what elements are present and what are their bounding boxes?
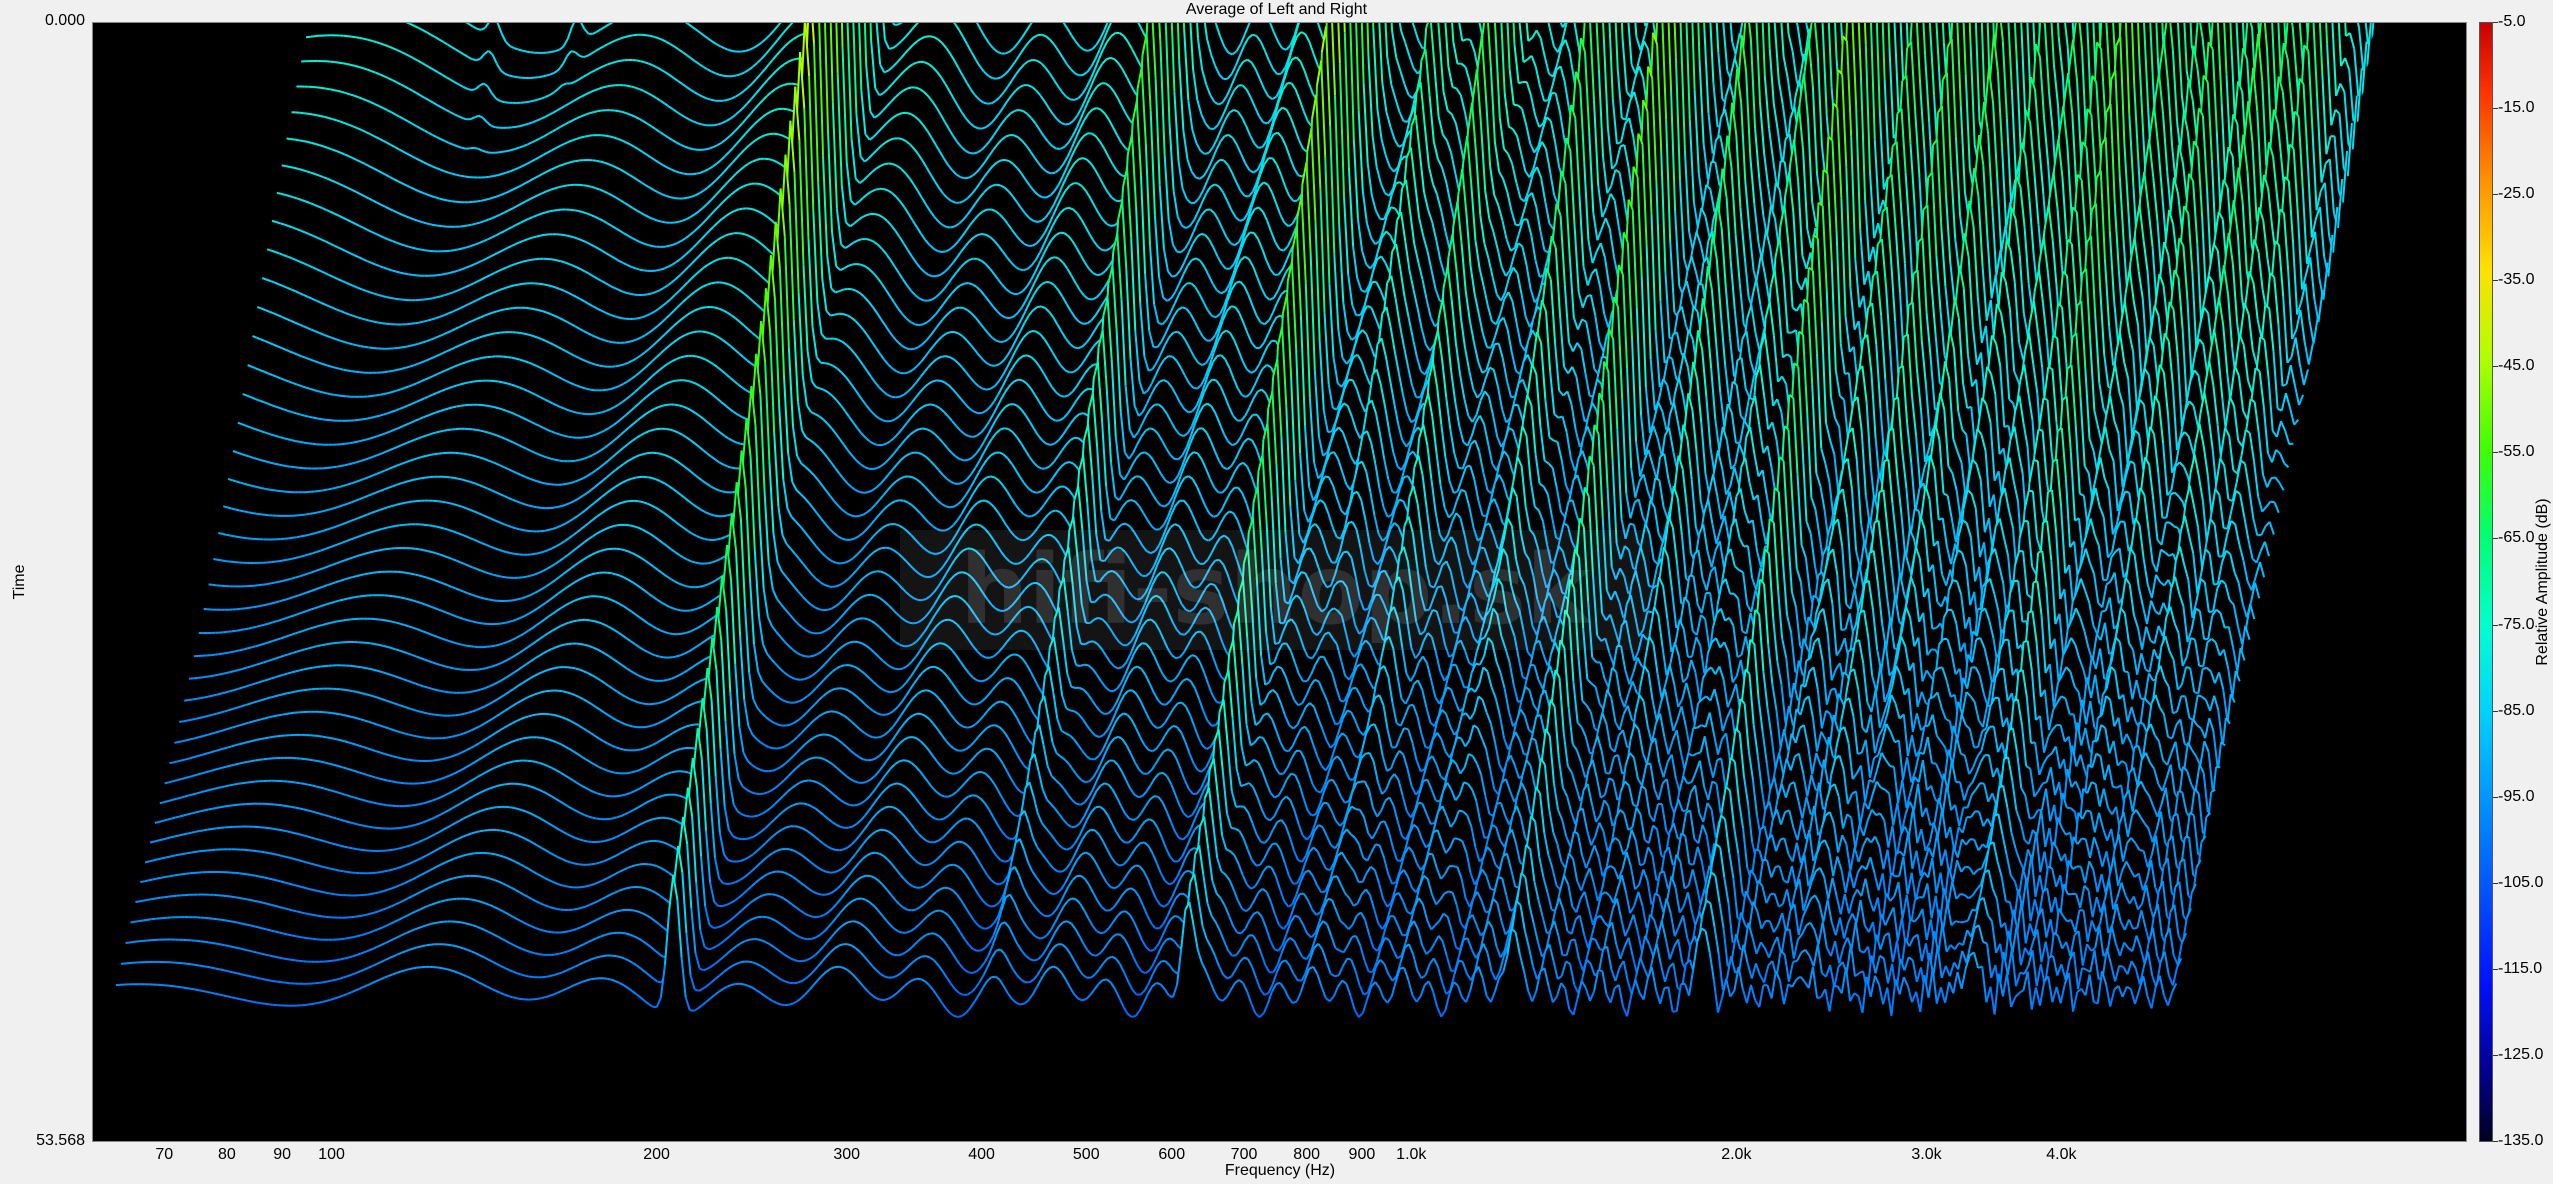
x-tick-label: 200 bbox=[643, 1146, 670, 1164]
colorbar bbox=[2479, 22, 2493, 1142]
x-tick-label: 900 bbox=[1349, 1146, 1376, 1164]
x-tick-label: 3.0k bbox=[1911, 1146, 1941, 1164]
x-tick-label: 70 bbox=[155, 1146, 173, 1164]
x-tick-label: 100 bbox=[318, 1146, 345, 1164]
colorbar-tick-label: -75.0 bbox=[2498, 616, 2534, 634]
colorbar-tick-label: -135.0 bbox=[2498, 1132, 2543, 1150]
colorbar-tick-label: -15.0 bbox=[2498, 99, 2534, 117]
colorbar-tick-label: -85.0 bbox=[2498, 702, 2534, 720]
colorbar-tick-label: -115.0 bbox=[2498, 960, 2542, 978]
y-tick-label: 0.000 bbox=[45, 12, 85, 30]
x-tick-label: 4.0k bbox=[2046, 1146, 2076, 1164]
colorbar-tick-label: -5.0 bbox=[2498, 13, 2526, 31]
x-tick-label: 80 bbox=[218, 1146, 236, 1164]
colorbar-tick-label: -125.0 bbox=[2498, 1046, 2543, 1064]
x-tick-label: 1.0k bbox=[1396, 1146, 1426, 1164]
y-axis-label: Time bbox=[11, 565, 29, 600]
colorbar-tick-label: -65.0 bbox=[2498, 529, 2534, 547]
x-tick-label: 600 bbox=[1158, 1146, 1185, 1164]
colorbar-tick-label: -105.0 bbox=[2498, 874, 2543, 892]
x-axis-label: Frequency (Hz) bbox=[1225, 1162, 1335, 1180]
colorbar-tick-label: -45.0 bbox=[2498, 357, 2534, 375]
x-tick-label: 2.0k bbox=[1721, 1146, 1751, 1164]
chart-title: Average of Left and Right bbox=[0, 0, 2553, 20]
colorbar-tick-label: -35.0 bbox=[2498, 271, 2534, 289]
colorbar-tick-label: -55.0 bbox=[2498, 443, 2534, 461]
colorbar-label: Relative Amplitude (dB) bbox=[2534, 498, 2552, 665]
x-tick-label: 300 bbox=[833, 1146, 860, 1164]
watermark: hifi-shop.sk bbox=[900, 530, 1650, 650]
x-tick-label: 90 bbox=[273, 1146, 291, 1164]
colorbar-tick-label: -25.0 bbox=[2498, 185, 2534, 203]
colorbar-tick-label: -95.0 bbox=[2498, 788, 2534, 806]
x-tick-label: 500 bbox=[1073, 1146, 1100, 1164]
y-tick-label: 53.568 bbox=[36, 1132, 85, 1150]
x-tick-label: 400 bbox=[968, 1146, 995, 1164]
